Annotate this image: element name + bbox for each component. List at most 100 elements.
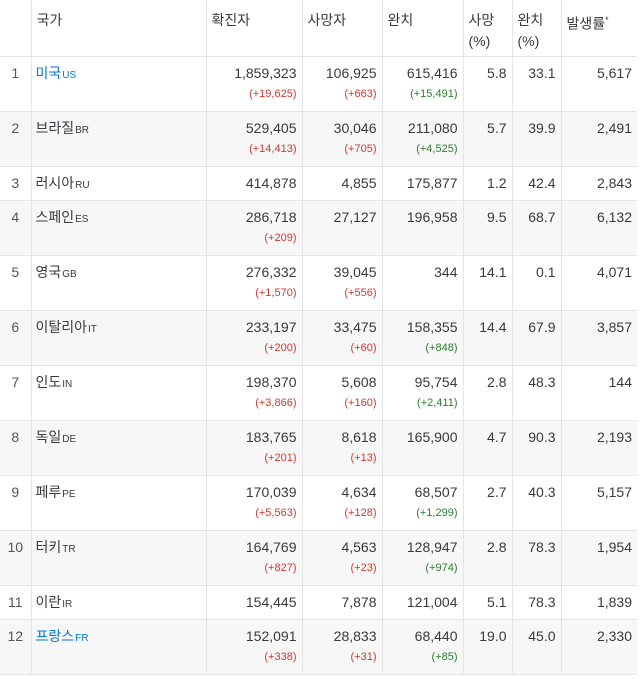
- table-row: 4 스페인ES 286,718 (+209) 27,127 196,958 9.5 68.7 6…: [0, 200, 637, 256]
- recovery-rate-value: 0.1: [536, 263, 556, 280]
- recovered-cell: 121,004: [382, 585, 464, 620]
- death-rate-cell: 2.8: [463, 530, 513, 586]
- death-rate-value: 9.5: [487, 208, 507, 225]
- recovery-rate-cell: 67.9: [512, 310, 562, 366]
- deaths-value: 7,878: [341, 593, 377, 610]
- country-cell: 독일DE: [31, 420, 207, 476]
- recovered-value: 68,507: [414, 483, 458, 500]
- rank-cell: 11: [0, 585, 32, 620]
- confirmed-cell: 152,091 (+338): [206, 619, 303, 675]
- incidence-cell: 6,132: [561, 200, 637, 256]
- deaths-cell: 106,925 (+663): [302, 56, 383, 112]
- header-recovered[interactable]: 완치: [382, 0, 464, 57]
- header-deaths[interactable]: 사망자: [302, 0, 383, 57]
- death-rate-cell: 2.8: [463, 365, 513, 421]
- rank-value: 11: [7, 593, 23, 610]
- recovery-rate-value: 78.3: [528, 538, 556, 555]
- deaths-value: 4,855: [341, 174, 377, 191]
- recovered-cell: 128,947 (+974): [382, 530, 464, 586]
- table-body: 1 미국US 1,859,323 (+19,625) 106,925 (+663) 615,…: [0, 56, 637, 675]
- rank-value: 5: [11, 263, 20, 280]
- recovered-cell: 175,877: [382, 166, 464, 201]
- country-name: 브라질: [35, 119, 75, 136]
- rank-cell: 8: [0, 420, 32, 476]
- incidence-value: 2,491: [596, 119, 632, 136]
- rank-value: 7: [11, 373, 20, 390]
- country-name: 페루: [35, 483, 62, 500]
- country-name: 터키: [35, 538, 62, 555]
- table-row: 12 프랑스FR 152,091 (+338) 28,833 (+31) 68,440 (+8…: [0, 619, 637, 675]
- deaths-delta: (+556): [344, 286, 377, 299]
- header-incidence[interactable]: 발생률*: [561, 0, 637, 57]
- deaths-delta: (+23): [350, 561, 377, 574]
- death-rate-value: 19.0: [479, 627, 507, 644]
- table-row: 10 터키TR 164,769 (+827) 4,563 (+23) 128,947 (+97…: [0, 530, 637, 586]
- header-incidence-footnote-mark: *: [605, 15, 609, 25]
- header-incidence-label: 발생률: [566, 15, 606, 32]
- deaths-cell: 28,833 (+31): [302, 619, 383, 675]
- recovered-value: 68,440: [414, 627, 458, 644]
- rank-value: 8: [11, 428, 20, 445]
- incidence-cell: 1,954: [561, 530, 637, 586]
- death-rate-cell: 14.1: [463, 255, 513, 311]
- recovered-value: 211,080: [407, 119, 458, 136]
- confirmed-cell: 170,039 (+5,563): [206, 475, 303, 531]
- deaths-delta: (+13): [350, 451, 377, 464]
- country-link[interactable]: 프랑스: [36, 628, 75, 644]
- deaths-value: 33,475: [333, 318, 377, 335]
- country-cell: 영국GB: [31, 255, 207, 311]
- incidence-cell: 5,157: [561, 475, 637, 531]
- confirmed-value: 164,769: [245, 538, 297, 555]
- confirmed-delta: (+338): [264, 650, 297, 663]
- country-cell[interactable]: 미국US: [31, 56, 207, 112]
- recovered-value: 128,947: [406, 538, 458, 555]
- rank-value: 10: [7, 538, 24, 555]
- recovery-rate-value: 40.3: [528, 483, 556, 500]
- confirmed-cell: 1,859,323 (+19,625): [206, 56, 303, 112]
- header-recovery-rate-unit: (%): [517, 33, 540, 49]
- death-rate-cell: 14.4: [463, 310, 513, 366]
- recovered-delta: (+974): [425, 561, 458, 574]
- rank-value: 1: [11, 64, 20, 81]
- death-rate-value: 5.8: [487, 64, 507, 81]
- confirmed-delta: (+1,570): [255, 286, 297, 299]
- table-row: 7 인도IN 198,370 (+3,866) 5,608 (+160) 95,754 (+2…: [0, 365, 637, 421]
- confirmed-value: 198,370: [245, 373, 297, 390]
- confirmed-delta: (+200): [264, 341, 297, 354]
- header-country[interactable]: 국가: [31, 0, 207, 57]
- country-link[interactable]: 미국: [36, 65, 62, 81]
- deaths-cell: 4,563 (+23): [302, 530, 383, 586]
- header-death-rate-label: 사망: [468, 12, 495, 28]
- deaths-cell: 5,608 (+160): [302, 365, 383, 421]
- incidence-cell: 144: [561, 365, 637, 421]
- recovered-cell: 95,754 (+2,411): [382, 365, 464, 421]
- country-code: TR: [62, 543, 76, 555]
- recovery-rate-cell: 90.3: [512, 420, 562, 476]
- table-row: 9 페루PE 170,039 (+5,563) 4,634 (+128) 68,507 (+1…: [0, 475, 637, 531]
- confirmed-value: 233,197: [245, 318, 297, 335]
- incidence-cell: 4,071: [561, 255, 637, 311]
- country-code: PE: [62, 488, 76, 500]
- deaths-delta: (+160): [344, 396, 377, 409]
- recovery-rate-value: 68.7: [528, 208, 556, 225]
- confirmed-cell: 198,370 (+3,866): [206, 365, 303, 421]
- recovered-cell: 165,900: [382, 420, 464, 476]
- death-rate-cell: 4.7: [463, 420, 513, 476]
- incidence-value: 144: [608, 373, 632, 390]
- header-confirmed[interactable]: 확진자: [206, 0, 303, 57]
- deaths-delta: (+31): [350, 650, 377, 663]
- death-rate-cell: 1.2: [463, 166, 513, 201]
- header-death-rate[interactable]: 사망 (%): [463, 0, 513, 57]
- country-name: 독일: [35, 428, 62, 445]
- deaths-cell: 4,855: [302, 166, 383, 201]
- recovered-cell: 211,080 (+4,525): [382, 111, 464, 167]
- confirmed-cell: 286,718 (+209): [206, 200, 303, 256]
- country-name: 스페인: [35, 208, 75, 225]
- recovery-rate-cell: 78.3: [512, 585, 562, 620]
- table-row: 1 미국US 1,859,323 (+19,625) 106,925 (+663) 615,…: [0, 56, 637, 112]
- recovered-value: 615,416: [406, 64, 458, 81]
- incidence-cell: 2,843: [561, 166, 637, 201]
- country-cell[interactable]: 프랑스FR: [31, 619, 207, 675]
- header-recovery-rate[interactable]: 완치 (%): [512, 0, 562, 57]
- recovery-rate-cell: 42.4: [512, 166, 562, 201]
